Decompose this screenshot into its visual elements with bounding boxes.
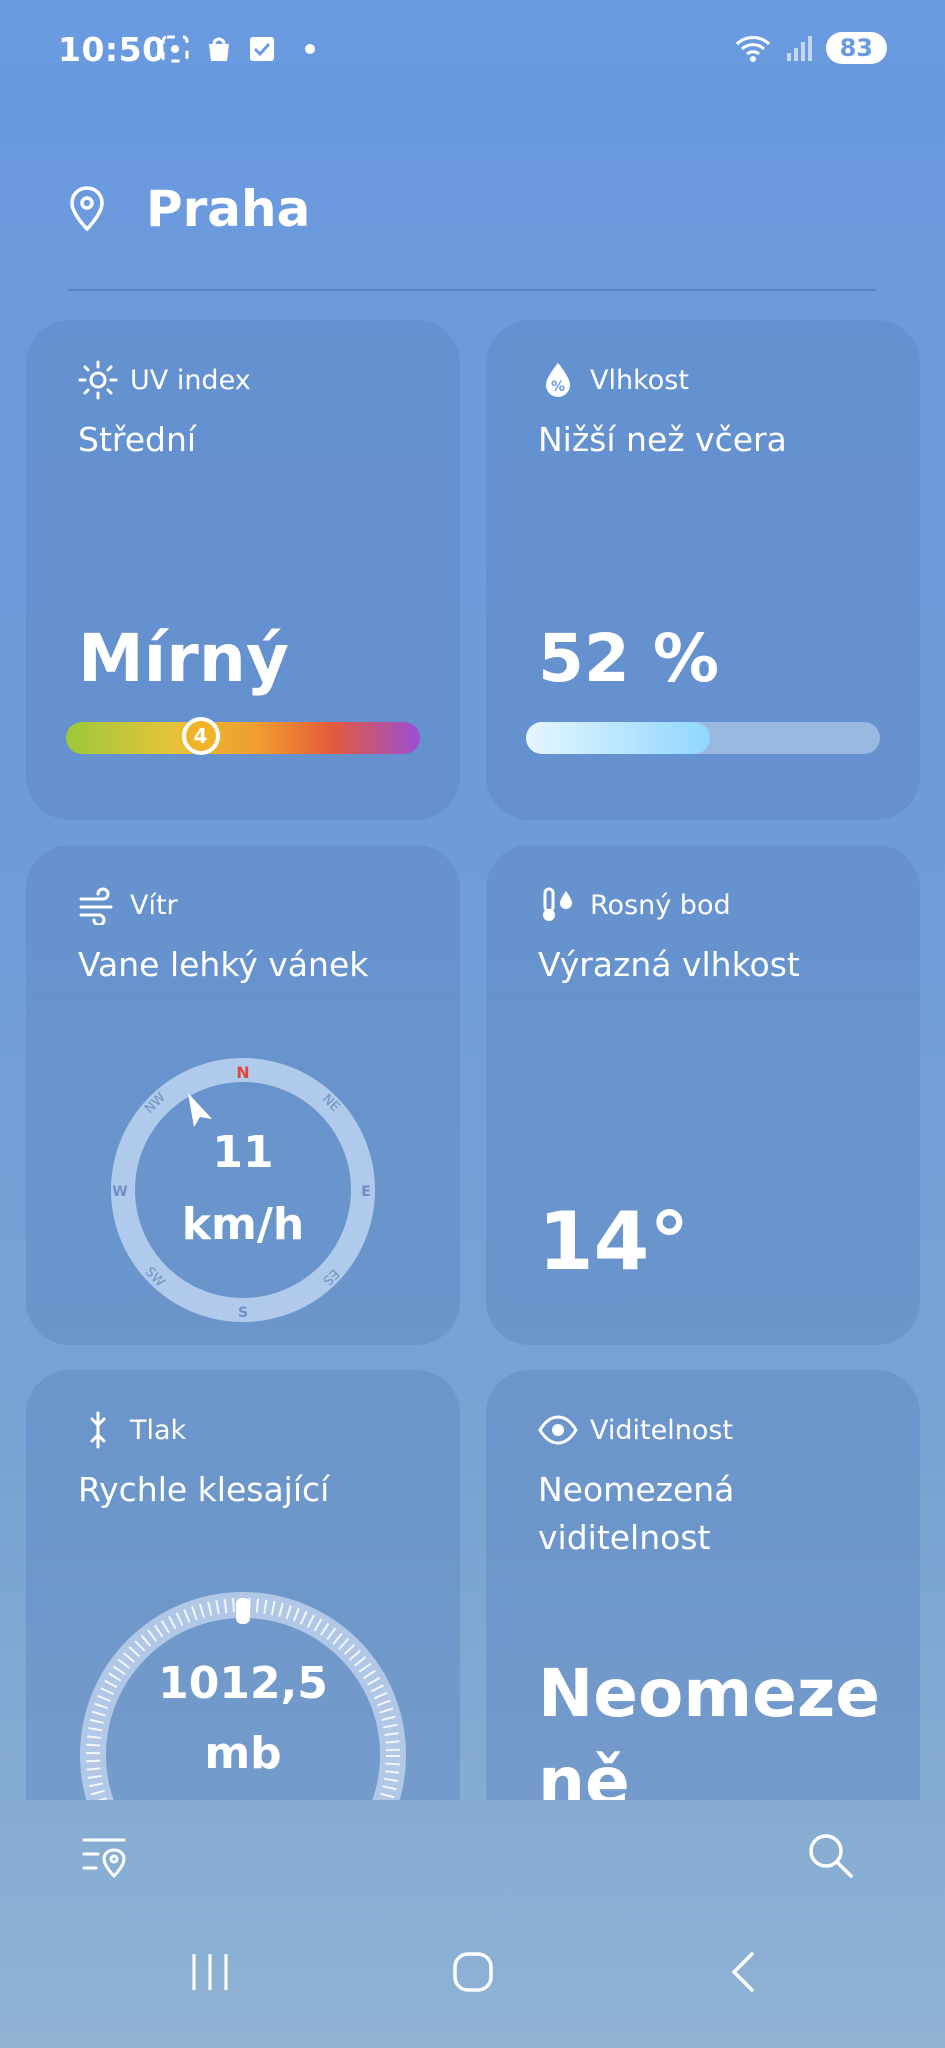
status-time: 10:50 [58, 30, 166, 69]
search-icon [809, 1834, 853, 1878]
pressure-label: Tlak [78, 1410, 186, 1450]
wind-description: Vane lehký vánek [78, 945, 369, 984]
uv-value: Mírný [78, 620, 289, 697]
humidity-description: Nižší než včera [538, 420, 787, 459]
locations-list-button[interactable] [80, 1830, 132, 1886]
status-right: 83 [734, 32, 887, 64]
svg-text:%: % [551, 379, 565, 395]
recent-apps-icon [192, 1954, 228, 1990]
dew-label: Rosný bod [538, 885, 731, 925]
eye-icon [538, 1410, 578, 1450]
pressure-value: 1012,5 [158, 1658, 328, 1709]
dew-point-card[interactable]: Rosný bod Výrazná vlhkost 14° [486, 845, 920, 1345]
visibility-label: Viditelnost [538, 1410, 733, 1450]
uv-label-text: UV index [130, 364, 251, 396]
pressure-icon [78, 1410, 118, 1450]
uv-scale-bar [66, 722, 420, 754]
wind-unit: km/h [181, 1199, 305, 1250]
pressure-label-text: Tlak [130, 1414, 187, 1446]
home-button[interactable] [451, 1950, 495, 1998]
battery-level: 83 [825, 32, 887, 64]
humidity-label: % Vlhkost [538, 360, 689, 400]
city-name: Praha [146, 180, 311, 238]
wind-card[interactable]: Vítr Vane lehký vánek N NE E ES S SW W N… [26, 845, 460, 1345]
dot-icon [305, 44, 315, 54]
humidity-bar [526, 722, 880, 754]
pressure-card[interactable]: Tlak Rychle klesající 1012,5 mb [26, 1370, 460, 1800]
location-header[interactable]: Praha [68, 180, 310, 238]
notification-icons [160, 34, 320, 64]
header-divider [68, 289, 876, 291]
visibility-value-line2: ně [538, 1743, 630, 1800]
humidity-bar-fill [526, 722, 711, 754]
shop-bag-icon [209, 37, 229, 61]
checkbox-icon [250, 37, 274, 61]
humidity-card[interactable]: % Vlhkost Nižší než včera 52 % [486, 320, 920, 820]
home-icon [453, 1952, 493, 1992]
water-drop-icon: % [538, 360, 578, 400]
signal-icon [786, 36, 812, 61]
system-nav-bar [0, 1950, 945, 2020]
uv-index-knob: 4 [181, 717, 220, 755]
wind-speed: 11 [212, 1127, 274, 1178]
visibility-description: Neomezená viditelnost [538, 1470, 735, 1557]
search-button[interactable] [805, 1830, 855, 1884]
humidity-label-text: Vlhkost [590, 364, 689, 396]
uv-label: UV index [78, 360, 251, 400]
compass-s: S [238, 1305, 248, 1321]
visibility-value-line1: Neomeze [538, 1655, 881, 1732]
wind-label-text: Vítr [130, 889, 178, 921]
wind-icon [78, 885, 118, 925]
pressure-unit: mb [204, 1728, 282, 1779]
thermometer-drops-icon [538, 885, 578, 925]
dew-value: 14° [538, 1195, 690, 1288]
visibility-label-text: Viditelnost [590, 1414, 734, 1446]
back-button[interactable] [722, 1950, 766, 1998]
pressure-needle [236, 1598, 250, 1624]
dew-description: Výrazná vlhkost [538, 945, 800, 984]
humidity-value: 52 % [538, 620, 719, 697]
back-icon [731, 1952, 754, 1992]
compass-n: N [236, 1063, 249, 1082]
wind-label: Vítr [78, 885, 178, 925]
wifi-icon [735, 36, 770, 62]
recent-apps-button[interactable] [188, 1950, 232, 1998]
uv-description: Střední [78, 420, 197, 459]
locations-list-icon [82, 1838, 126, 1879]
status-bar: 10:50 83 [0, 0, 945, 110]
screenshot-icon [161, 35, 189, 63]
visibility-value: Neomeze ně [538, 1650, 880, 1800]
pressure-description: Rychle klesající [78, 1470, 330, 1509]
visibility-card[interactable]: Viditelnost Neomezená viditelnost Neomez… [486, 1370, 920, 1800]
sun-icon [78, 360, 118, 400]
location-pin-icon [70, 186, 104, 232]
dew-label-text: Rosný bod [590, 889, 731, 921]
uv-index-card[interactable]: UV index Střední Mírný 4 [26, 320, 460, 820]
